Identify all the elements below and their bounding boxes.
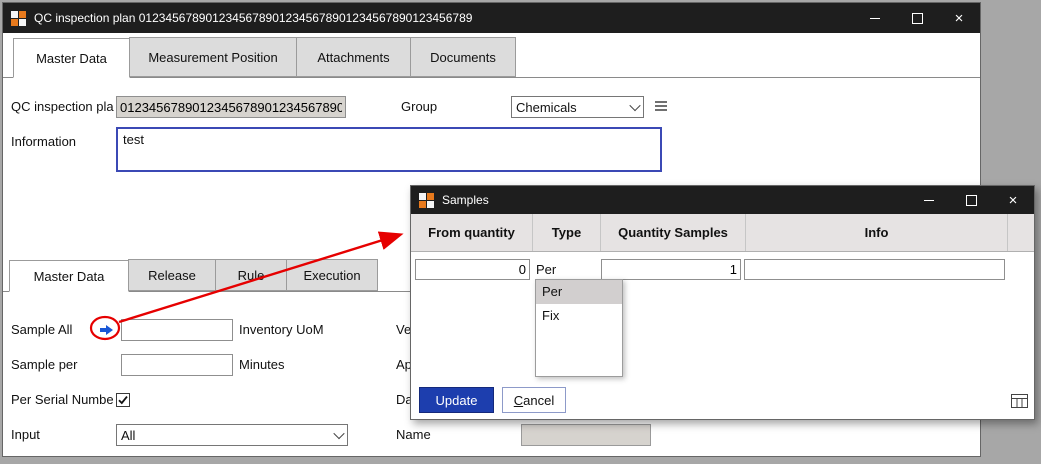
tab-measurement-position[interactable]: Measurement Position	[129, 37, 297, 77]
app-icon	[11, 11, 26, 26]
input-label: Input	[11, 424, 40, 446]
column-from-quantity[interactable]: From quantity	[411, 214, 533, 251]
maximize-button[interactable]	[896, 3, 938, 33]
sample-per-label: Sample per	[11, 354, 97, 376]
inner-tab-master-data[interactable]: Master Data	[9, 260, 129, 292]
desktop: QC inspection plan 012345678901234567890…	[0, 0, 1041, 464]
maximize-icon	[966, 195, 977, 206]
type-dropdown-list: Per Fix	[535, 279, 623, 377]
samples-titlebar[interactable]: Samples ×	[411, 186, 1034, 214]
name-field	[521, 424, 651, 446]
cancel-accesskey: C	[514, 393, 523, 408]
information-label: Information	[11, 131, 76, 153]
close-button[interactable]: ×	[938, 3, 980, 33]
link-arrow-icon[interactable]	[99, 324, 114, 336]
per-serial-number-checkbox[interactable]	[116, 393, 130, 407]
update-button[interactable]: Update	[419, 387, 494, 413]
dropdown-option-per[interactable]: Per	[536, 280, 622, 304]
top-tabstrip: Master Data Measurement Position Attachm…	[3, 33, 980, 78]
name-label: Name	[396, 424, 431, 446]
inventory-uom-label: Inventory UoM	[239, 319, 324, 341]
ve-label: Ve	[396, 319, 411, 341]
column-quantity-samples[interactable]: Quantity Samples	[601, 214, 746, 251]
inner-tab-rule[interactable]: Rule	[215, 259, 287, 291]
input-combo[interactable]: All	[116, 424, 348, 446]
list-icon[interactable]	[653, 99, 669, 113]
maximize-button[interactable]	[950, 186, 992, 214]
inner-tab-release[interactable]: Release	[128, 259, 216, 291]
information-textarea[interactable]: test	[116, 127, 662, 172]
close-button[interactable]: ×	[992, 186, 1034, 214]
dropdown-option-fix[interactable]: Fix	[536, 304, 622, 328]
column-info[interactable]: Info	[746, 214, 1008, 251]
sample-all-label: Sample All	[11, 319, 97, 341]
form-settings-grid-icon[interactable]	[1011, 394, 1028, 408]
samples-table-header: From quantity Type Quantity Samples Info	[411, 214, 1034, 252]
cell-quantity-samples-input[interactable]	[601, 259, 741, 280]
tab-master-data[interactable]: Master Data	[13, 38, 130, 78]
window-title: QC inspection plan 012345678901234567890…	[34, 11, 854, 25]
qc-inspection-plan-label: QC inspection pla	[11, 96, 115, 118]
app-icon	[419, 193, 434, 208]
group-combo[interactable]: Chemicals	[511, 96, 644, 118]
samples-window-title: Samples	[442, 193, 908, 207]
tab-attachments[interactable]: Attachments	[296, 37, 411, 77]
chevron-down-icon	[333, 428, 344, 439]
cancel-label-rest: ancel	[523, 393, 554, 408]
inner-tab-execution[interactable]: Execution	[286, 259, 378, 291]
cell-type-value[interactable]: Per	[536, 259, 556, 280]
main-titlebar[interactable]: QC inspection plan 012345678901234567890…	[3, 3, 980, 33]
cell-from-quantity-input[interactable]	[415, 259, 530, 280]
minimize-button[interactable]	[908, 186, 950, 214]
information-value: test	[123, 132, 144, 147]
minimize-button[interactable]	[854, 3, 896, 33]
group-combo-value: Chemicals	[516, 100, 631, 115]
per-serial-number-label: Per Serial Numbe	[11, 389, 115, 411]
input-combo-value: All	[121, 428, 335, 443]
maximize-icon	[912, 13, 923, 24]
cancel-button[interactable]: Cancel	[502, 387, 566, 413]
tab-documents[interactable]: Documents	[410, 37, 516, 77]
minimize-icon	[870, 18, 880, 19]
column-type[interactable]: Type	[533, 214, 601, 251]
group-label: Group	[401, 96, 437, 118]
minimize-icon	[924, 200, 934, 201]
sample-all-input[interactable]	[121, 319, 233, 341]
cell-info-input[interactable]	[744, 259, 1005, 280]
chevron-down-icon	[629, 100, 640, 111]
minutes-label: Minutes	[239, 354, 285, 376]
column-spacer	[1008, 214, 1034, 251]
samples-window: Samples × From quantity Type Quantity Sa…	[410, 185, 1035, 420]
sample-per-input[interactable]	[121, 354, 233, 376]
qc-inspection-plan-input[interactable]	[116, 96, 346, 118]
